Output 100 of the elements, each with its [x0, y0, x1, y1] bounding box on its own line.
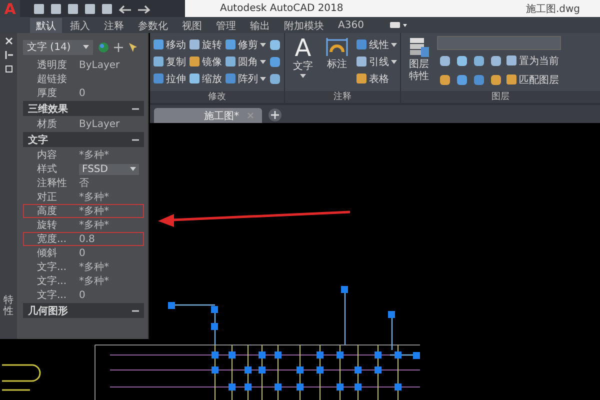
section-header[interactable]: 文字: [23, 132, 144, 147]
square-icon: [153, 56, 164, 67]
ribbon-button[interactable]: 旋转: [188, 38, 223, 52]
section-title: 文字: [28, 133, 48, 146]
square-icon[interactable]: [456, 54, 468, 66]
window-title: Autodesk AutoCAD 2018: [220, 3, 344, 14]
ribbon-button[interactable]: 标注: [321, 36, 353, 88]
property-name: 倾斜: [37, 246, 58, 260]
property-value: *多种*: [79, 190, 109, 204]
property-value: *多种*: [79, 218, 109, 232]
ribbon-tab[interactable]: 输出: [244, 18, 276, 32]
panel-title[interactable]: 注释: [285, 91, 400, 103]
redo-icon[interactable]: [137, 4, 151, 14]
ribbon-button[interactable]: 复制: [152, 54, 187, 68]
ribbon-tab[interactable]: 管理: [210, 18, 242, 32]
ribbon-button[interactable]: 引线: [355, 54, 398, 68]
toolbar-icon[interactable]: [67, 2, 79, 14]
square-icon: [356, 73, 367, 84]
ribbon-button[interactable]: 图层特性: [403, 36, 435, 88]
property-value: ByLayer: [79, 118, 120, 130]
ribbon-button[interactable]: 缩放: [188, 72, 223, 86]
property-name: 旋转: [37, 218, 58, 232]
square-icon: [189, 56, 200, 67]
section-header[interactable]: 三维效果: [23, 101, 144, 116]
ribbon-button[interactable]: 圆角: [224, 54, 267, 68]
property-name: 内容: [37, 148, 58, 162]
ribbon-button[interactable]: 拉伸: [152, 72, 187, 86]
layers-icon: [408, 36, 430, 58]
property-name: 高度: [37, 204, 58, 218]
ribbon-tab[interactable]: 附加模块: [278, 18, 330, 32]
toolbar-icon[interactable]: [84, 2, 96, 14]
ribbon-button[interactable]: 置为当前: [505, 54, 560, 68]
square-icon[interactable]: [473, 54, 485, 66]
property-value: *多种*: [79, 148, 109, 162]
object-selector[interactable]: 文字 (14): [23, 40, 93, 54]
property-name: 厚度: [37, 86, 58, 100]
property-value: 0: [79, 290, 86, 300]
property-value: 0: [79, 88, 86, 98]
panel-title[interactable]: 修改: [150, 91, 284, 103]
caret-icon: [260, 42, 266, 46]
pin-icon[interactable]: [4, 51, 12, 59]
property-value: *多种*: [79, 204, 109, 218]
settings-icon[interactable]: [4, 65, 12, 73]
property-value: *多种*: [79, 260, 109, 274]
square-icon[interactable]: [269, 38, 281, 50]
ribbon-button[interactable]: 匹配图层: [505, 72, 560, 86]
property-value: *多种*: [79, 274, 109, 288]
ribbon-button[interactable]: 修剪: [224, 38, 267, 52]
ribbon-tab[interactable]: 参数化: [132, 18, 174, 32]
ribbon-button[interactable]: 阵列: [224, 72, 267, 86]
property-name: 注释性: [37, 176, 68, 190]
ribbon-tab[interactable]: A360: [332, 18, 370, 32]
undo-icon[interactable]: [118, 4, 132, 14]
toolbar-icon[interactable]: [50, 2, 62, 14]
caret-icon: [391, 60, 397, 64]
ribbon-tab[interactable]: 插入: [64, 18, 96, 32]
square-icon[interactable]: [439, 74, 451, 86]
square-icon[interactable]: [490, 54, 502, 66]
dimension-icon: [325, 36, 349, 58]
caret-icon: [260, 76, 266, 80]
square-icon[interactable]: [439, 54, 451, 66]
ribbon-button[interactable]: 表格: [355, 72, 398, 86]
ribbon-button[interactable]: 移动: [152, 38, 187, 52]
square-icon[interactable]: [490, 74, 502, 86]
square-icon[interactable]: [456, 74, 468, 86]
document-tab[interactable]: 施工图*: [154, 108, 262, 123]
caret-icon: [260, 60, 266, 64]
property-name: 样式: [37, 162, 58, 176]
ribbon-button[interactable]: A 文字: [287, 36, 319, 88]
globe-icon[interactable]: [98, 42, 109, 52]
square-icon: [153, 73, 164, 84]
panel-title[interactable]: 图层: [401, 91, 600, 103]
property-value: 0: [79, 248, 86, 258]
palette-title: 特性: [4, 295, 14, 317]
square-icon: [356, 39, 367, 50]
toolbar-icon[interactable]: [33, 2, 45, 14]
square-icon: [506, 74, 517, 85]
caret-icon: [391, 42, 397, 46]
caret-icon: [83, 45, 89, 49]
ribbon-tab[interactable]: 注释: [98, 18, 130, 32]
ribbon-button[interactable]: 线性: [355, 38, 398, 52]
section-title: 三维效果: [28, 102, 68, 116]
square-icon[interactable]: [269, 56, 281, 68]
add-tab-icon[interactable]: [268, 108, 282, 122]
camera-icon[interactable]: [390, 21, 408, 29]
property-value: 0.8: [79, 234, 95, 244]
plus-icon[interactable]: [114, 42, 123, 52]
square-icon: [225, 73, 236, 84]
property-dropdown[interactable]: FSSD: [79, 164, 139, 174]
square-icon: [225, 56, 236, 67]
section-header[interactable]: 几何图形: [23, 303, 144, 318]
square-icon: [153, 39, 164, 50]
square-icon: [189, 39, 200, 50]
toolbar-icon[interactable]: [101, 2, 113, 14]
ribbon-tab[interactable]: 视图: [176, 18, 208, 32]
ribbon-tab[interactable]: 默认: [30, 18, 62, 32]
cursor-icon[interactable]: [128, 42, 139, 52]
square-icon[interactable]: [473, 74, 485, 86]
square-icon[interactable]: [269, 72, 281, 84]
ribbon-button[interactable]: 镜像: [188, 54, 223, 68]
